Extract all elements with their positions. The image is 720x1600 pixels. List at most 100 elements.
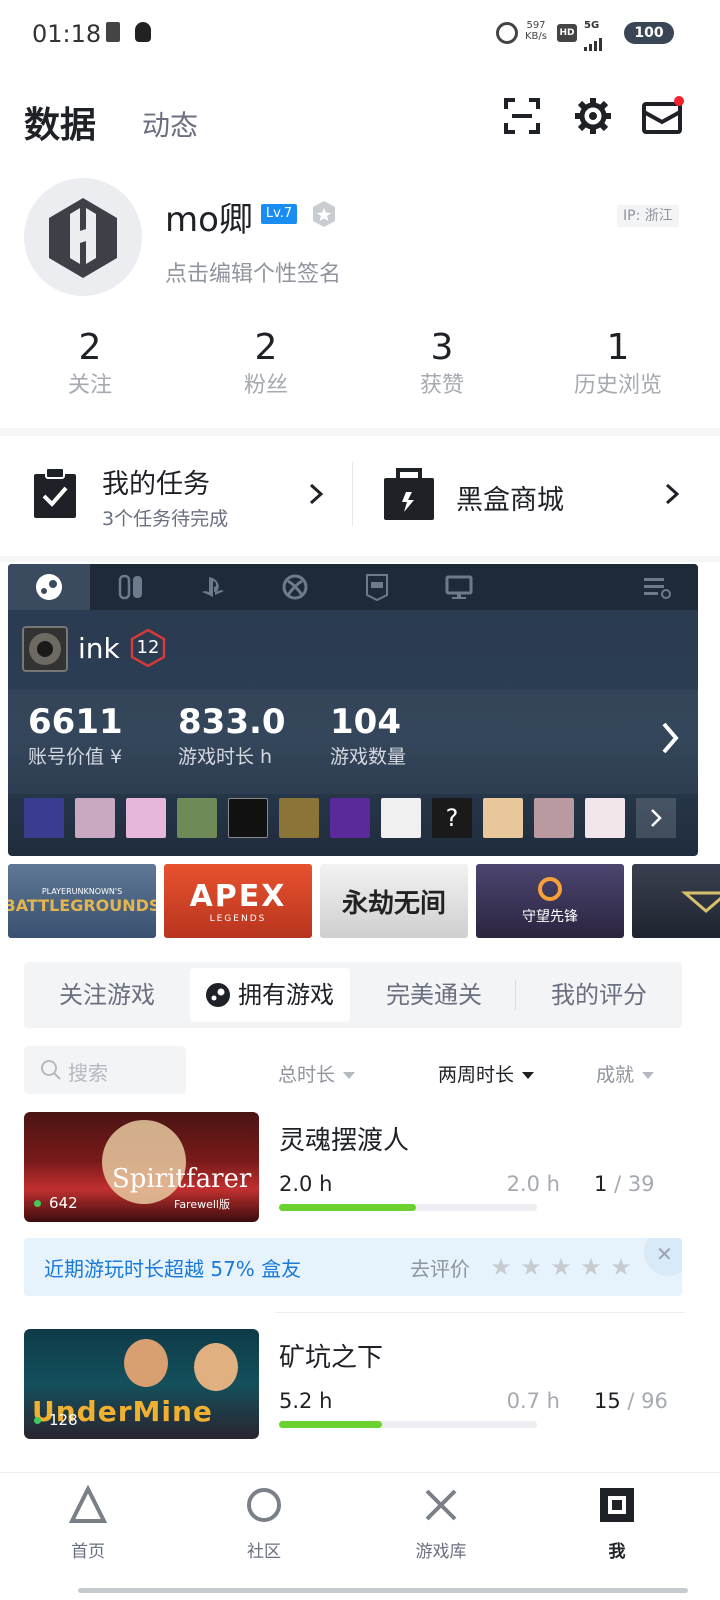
- steam-account-card[interactable]: ink 12 6611 账号价值 ¥ 833.0 游戏时长 h 104 游戏数量 ?: [8, 564, 698, 856]
- star-icon[interactable]: ★: [546, 1254, 576, 1280]
- banner-naraka[interactable]: 永劫无间: [320, 864, 468, 938]
- friend-avatar[interactable]: [534, 798, 574, 838]
- friend-avatar[interactable]: ?: [432, 798, 472, 838]
- divider: [0, 556, 720, 562]
- star-icon[interactable]: ★: [516, 1254, 546, 1280]
- friend-avatar[interactable]: [75, 798, 115, 838]
- steam-stats: 6611 账号价值 ¥ 833.0 游戏时长 h 104 游戏数量: [8, 690, 698, 794]
- nav-me[interactable]: 我: [567, 1485, 667, 1562]
- my-tasks-button[interactable]: 我的任务 3个任务待完成: [24, 452, 344, 542]
- platform-tab-epic[interactable]: [336, 564, 418, 610]
- notification-icon: [106, 22, 120, 42]
- rate-button[interactable]: 去评价: [410, 1253, 470, 1282]
- game-logo-icon: [681, 891, 720, 913]
- star-icon[interactable]: ★: [486, 1254, 516, 1280]
- achievement-badge: 128: [34, 1411, 78, 1429]
- steam-level-badge: 12: [128, 628, 168, 668]
- banner-pubg[interactable]: PLAYERUNKNOWN'S BATTLEGROUNDS: [8, 864, 156, 938]
- friend-avatar[interactable]: [483, 798, 523, 838]
- game-recent-time: 0.7 h: [506, 1389, 560, 1413]
- tab-completed-games[interactable]: 完美通关: [354, 962, 514, 1028]
- friend-avatar[interactable]: [24, 798, 64, 838]
- nav-home[interactable]: 首页: [38, 1485, 138, 1562]
- game-row[interactable]: Spiritfarer Farewell版 642 灵魂摆渡人 2.0 h 2.…: [24, 1112, 684, 1224]
- tab-owned-games[interactable]: 拥有游戏: [190, 968, 350, 1022]
- stat-history[interactable]: 1 历史浏览: [528, 326, 708, 402]
- game-total-time: 5.2 h: [279, 1389, 333, 1413]
- platform-settings-icon[interactable]: [642, 574, 672, 600]
- friend-avatar[interactable]: [126, 798, 166, 838]
- friends-more-button[interactable]: [636, 798, 676, 838]
- friend-avatar[interactable]: [585, 798, 625, 838]
- steam-icon: [206, 983, 230, 1007]
- tab-my-ratings[interactable]: 我的评分: [516, 962, 682, 1028]
- game-total-time: 2.0 h: [279, 1172, 333, 1196]
- platform-tab-xbox[interactable]: [254, 564, 336, 610]
- game-achievements: 1 / 39: [594, 1172, 655, 1196]
- search-input[interactable]: 搜索: [24, 1046, 186, 1094]
- game-achievements: 15 / 96: [594, 1389, 668, 1413]
- stat-likes[interactable]: 3 获赞: [352, 326, 532, 402]
- banner-apex[interactable]: APEX LEGENDS: [164, 864, 312, 938]
- nav-community[interactable]: 社区: [214, 1485, 314, 1562]
- signal-icon: [584, 32, 604, 51]
- level-badge: Lv.7: [261, 204, 297, 224]
- friend-avatar[interactable]: [330, 798, 370, 838]
- friend-avatar[interactable]: [228, 798, 268, 838]
- chevron-right-icon: [651, 809, 662, 827]
- platform-tab-switch[interactable]: [90, 564, 172, 610]
- game-playtime-progress: [279, 1204, 537, 1211]
- circle-icon: [247, 1488, 281, 1522]
- stat-following[interactable]: 2 关注: [0, 326, 180, 402]
- bottom-nav: 首页 社区 游戏库 我: [0, 1472, 720, 1600]
- medal-icon[interactable]: [310, 200, 338, 228]
- heybox-logo-icon: [49, 198, 117, 278]
- steam-icon: [36, 574, 62, 600]
- caret-down-icon: [522, 1072, 535, 1079]
- star-icon[interactable]: ★: [606, 1254, 636, 1280]
- scan-icon[interactable]: [504, 98, 540, 134]
- signature[interactable]: 点击编辑个性签名: [165, 256, 341, 288]
- ip-location: IP: 浙江: [617, 205, 679, 227]
- heybox-mall-button[interactable]: 黑盒商城: [380, 452, 700, 542]
- game-list-tabs: 关注游戏 拥有游戏 完美通关 我的评分: [24, 962, 682, 1028]
- unread-dot: [674, 96, 684, 106]
- stat-followers[interactable]: 2 粉丝: [176, 326, 356, 402]
- status-bar: 01:18 597 KB/s HD 5G 100: [0, 0, 720, 70]
- game-playtime-progress: [279, 1421, 537, 1428]
- avatar[interactable]: [24, 178, 142, 296]
- caret-down-icon: [642, 1072, 655, 1079]
- game-cover: Spiritfarer Farewell版 642: [24, 1112, 259, 1222]
- sort-two-week-time[interactable]: 两周时长: [438, 1060, 535, 1087]
- rating-stars[interactable]: ★ ★ ★ ★ ★: [486, 1254, 636, 1280]
- task-clipboard-icon: [34, 468, 76, 518]
- platform-tab-steam[interactable]: [8, 564, 90, 610]
- game-banner-strip: PLAYERUNKNOWN'S BATTLEGROUNDS APEX LEGENDS…: [0, 864, 720, 940]
- game-row[interactable]: UnderMine 128 矿坑之下 5.2 h 0.7 h 15 / 96: [24, 1329, 684, 1441]
- platform-tab-playstation[interactable]: [172, 564, 254, 610]
- game-cover: UnderMine 128: [24, 1329, 259, 1439]
- tab-activity[interactable]: 动态: [142, 104, 198, 144]
- friend-avatar[interactable]: [177, 798, 217, 838]
- close-button[interactable]: ✕: [644, 1238, 682, 1276]
- platform-tabs: [8, 564, 698, 610]
- mail-icon[interactable]: [642, 96, 686, 136]
- cross-icon: [425, 1489, 457, 1521]
- friend-avatar[interactable]: [381, 798, 421, 838]
- mall-title: 黑盒商城: [456, 485, 564, 516]
- sort-total-time[interactable]: 总时长: [278, 1060, 356, 1087]
- friend-avatar[interactable]: [279, 798, 319, 838]
- star-icon[interactable]: ★: [576, 1254, 606, 1280]
- banner-overwatch[interactable]: 守望先锋: [476, 864, 624, 938]
- tab-followed-games[interactable]: 关注游戏: [24, 962, 190, 1028]
- sort-achievement[interactable]: 成就: [596, 1060, 655, 1087]
- steam-stat-games: 104 游戏数量: [330, 702, 407, 768]
- switch-icon: [118, 574, 142, 600]
- banner-game[interactable]: [632, 864, 720, 938]
- gear-icon[interactable]: [574, 97, 612, 135]
- platform-tab-pc[interactable]: [418, 564, 500, 610]
- nav-game-library[interactable]: 游戏库: [391, 1485, 491, 1562]
- chevron-right-icon[interactable]: [658, 720, 682, 756]
- tab-data[interactable]: 数据: [24, 96, 96, 148]
- close-icon: ✕: [656, 1242, 673, 1266]
